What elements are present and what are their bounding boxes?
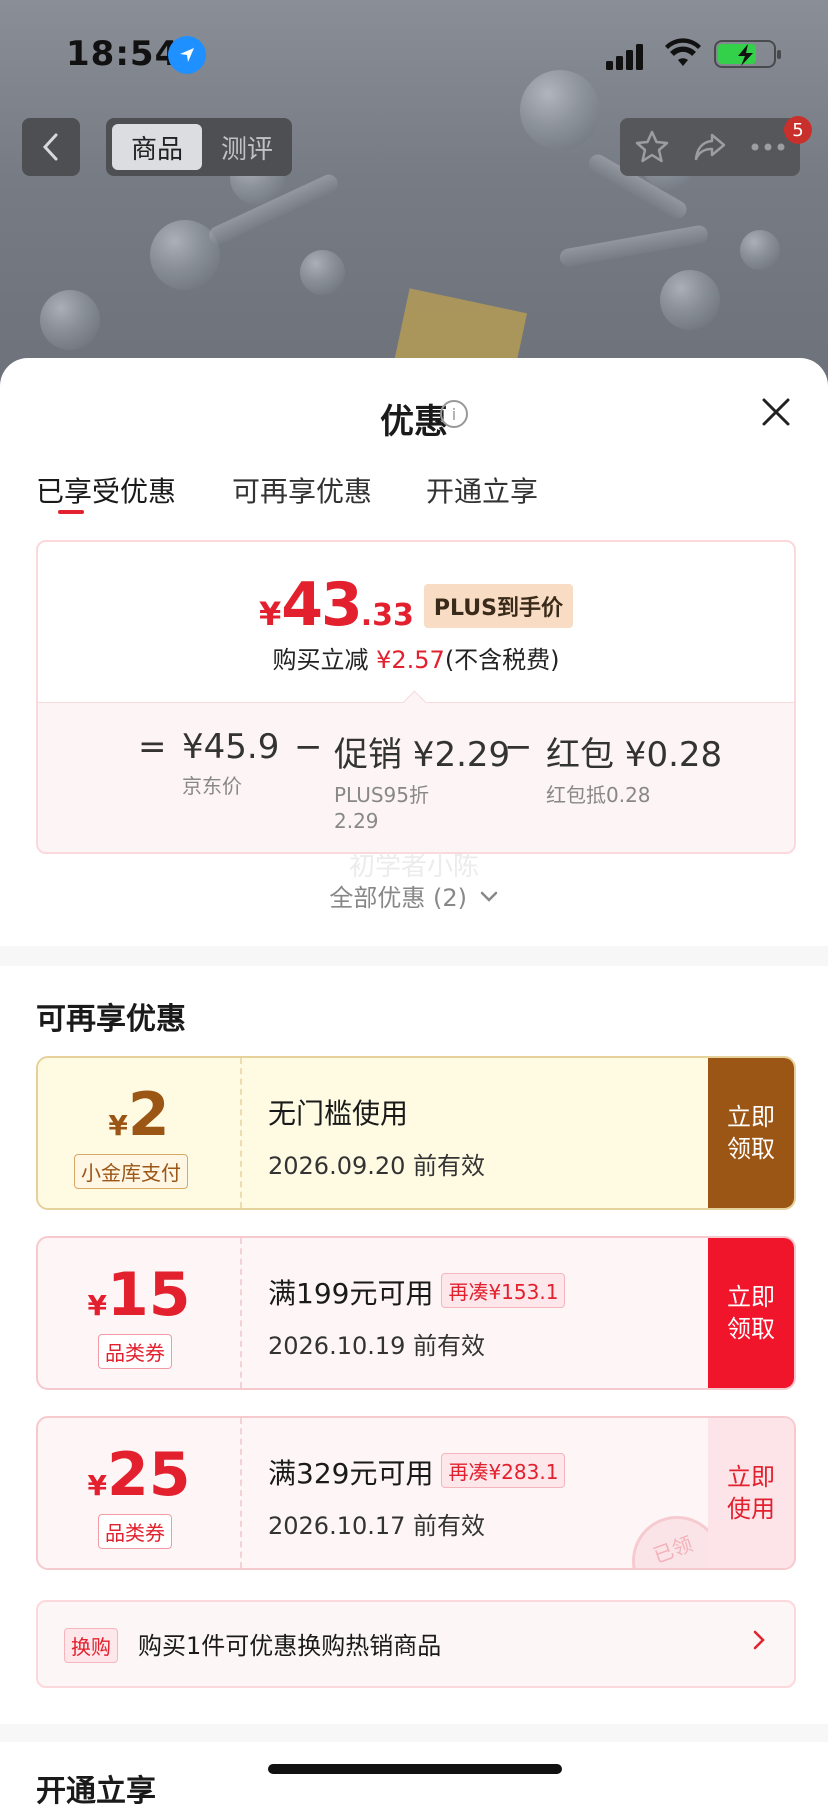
- battery-charging-icon: [714, 40, 804, 74]
- coupon-value: ¥25 品类券: [38, 1418, 242, 1568]
- coupon-card: ¥25 品类券 满329元可用 再凑¥283.1 2026.10.17 前有效 已…: [36, 1416, 796, 1570]
- available-section-title: 可再享优惠: [36, 1002, 186, 1037]
- coupon-card: ¥15 品类券 满199元可用 再凑¥153.1 2026.10.19 前有效 立…: [36, 1236, 796, 1390]
- plus-price-tag: PLUS到手价: [423, 584, 573, 628]
- coupon-value: ¥15 品类券: [38, 1238, 242, 1388]
- top-navigation: 商品 测评: [0, 108, 828, 188]
- add-more-tag: 再凑¥153.1: [441, 1273, 566, 1308]
- equals-sign: =: [138, 727, 167, 767]
- status-bar: 18:54: [0, 0, 828, 108]
- tab-product[interactable]: 商品: [112, 124, 202, 170]
- claim-coupon-button[interactable]: 立即 领取: [708, 1058, 794, 1208]
- swap-tag: 换购: [64, 1628, 118, 1663]
- back-button[interactable]: [22, 118, 80, 176]
- close-icon: [762, 398, 790, 426]
- wifi-icon: [664, 38, 702, 72]
- coupon-info: 满329元可用 再凑¥283.1 2026.10.17 前有效: [268, 1452, 566, 1541]
- message-badge: 5: [784, 116, 812, 144]
- status-time: 18:54: [66, 34, 180, 74]
- add-more-tag: 再凑¥283.1: [441, 1453, 566, 1488]
- action-group: [620, 118, 800, 176]
- use-coupon-button[interactable]: 立即 使用: [708, 1418, 794, 1568]
- tab-enjoyed[interactable]: 已享受优惠: [36, 470, 176, 510]
- chevron-down-icon: [480, 891, 497, 902]
- product-review-switch: 商品 测评: [106, 118, 292, 176]
- coupon-card: ¥2 小金库支付 无门槛使用 2026.09.20 前有效 立即 领取: [36, 1056, 796, 1210]
- location-icon: [168, 36, 206, 74]
- star-icon: [635, 130, 669, 163]
- final-price: ¥43.33 PLUS到手价: [38, 570, 794, 640]
- sheet-title: 优惠: [380, 402, 448, 442]
- home-indicator: [268, 1764, 562, 1774]
- chevron-right-icon: [753, 1630, 765, 1650]
- claim-coupon-button[interactable]: 立即 领取: [708, 1238, 794, 1388]
- minus-sign: −: [294, 727, 323, 767]
- price-breakdown: = ¥45.9 京东价 − 促销 ¥2.29 PLUS95折 2.29 − 红包…: [38, 702, 794, 852]
- cellular-signal-icon: [606, 44, 650, 74]
- section-divider: [0, 1724, 828, 1742]
- info-icon[interactable]: i: [440, 400, 468, 428]
- coupon-type-tag: 品类券: [98, 1334, 172, 1369]
- minus-sign: −: [504, 727, 533, 767]
- chevron-left-icon: [42, 133, 58, 161]
- tab-available[interactable]: 可再享优惠: [232, 470, 372, 510]
- tab-review[interactable]: 测评: [202, 124, 292, 170]
- active-tab-indicator: [58, 510, 84, 514]
- breakdown-jd-price: ¥45.9 京东价: [182, 727, 280, 798]
- price-summary-card: ¥43.33 PLUS到手价 购买立减 ¥2.57(不含税费) = ¥45.9 京…: [36, 540, 796, 854]
- close-button[interactable]: [758, 394, 794, 430]
- favorite-button[interactable]: [624, 118, 680, 176]
- swap-text: 购买1件可优惠换购热销商品: [138, 1632, 442, 1660]
- promotion-sheet: 优惠 i 已享受优惠 可再享优惠 开通立享 ¥43.33 PLUS到手价 购买立减…: [0, 358, 828, 1809]
- coupon-value: ¥2 小金库支付: [38, 1058, 242, 1208]
- section-divider: [0, 946, 828, 966]
- coupon-type-tag: 小金库支付: [74, 1154, 188, 1189]
- swap-offer-row[interactable]: 换购 购买1件可优惠换购热销商品: [36, 1600, 796, 1688]
- reduce-text: 购买立减 ¥2.57(不含税费): [272, 646, 560, 674]
- coupon-type-tag: 品类券: [98, 1514, 172, 1549]
- share-icon: [694, 133, 726, 161]
- more-icon: [751, 143, 785, 151]
- breakdown-redpacket: 红包 ¥0.28 红包抵0.28: [546, 735, 723, 807]
- open-section-title: 开通立享: [36, 1774, 156, 1809]
- coupon-info: 无门槛使用 2026.09.20 前有效: [268, 1097, 486, 1180]
- share-button[interactable]: [682, 118, 738, 176]
- breakdown-promotion: 促销 ¥2.29 PLUS95折 2.29: [334, 735, 511, 833]
- tab-open-plus[interactable]: 开通立享: [426, 470, 538, 510]
- all-promotions-toggle[interactable]: 全部优惠 (2): [0, 878, 828, 913]
- coupon-info: 满199元可用 再凑¥153.1 2026.10.19 前有效: [268, 1272, 566, 1361]
